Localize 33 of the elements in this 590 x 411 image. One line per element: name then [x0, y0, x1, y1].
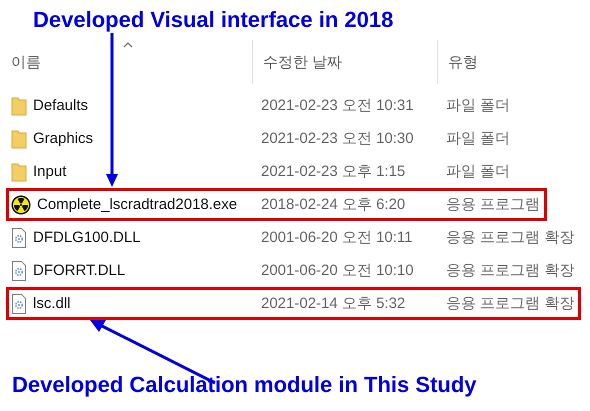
file-gear-icon [11, 294, 27, 314]
file-type: 응용 프로그램 확장 [446, 261, 574, 280]
file-type: 응용 프로그램 확장 [446, 228, 574, 247]
modified-date: 2021-02-23 오전 10:30 [261, 129, 415, 148]
modified-date: 2018-02-24 오후 6:20 [261, 195, 406, 214]
annotation-text: Developed Visual interface in 2018 [33, 7, 394, 33]
file-type: 파일 폴더 [446, 96, 510, 115]
column-header[interactable]: 유형 [448, 52, 478, 72]
file-name[interactable]: DFDLG100.DLL [33, 229, 141, 246]
modified-date: 2001-06-20 오전 10:11 [261, 228, 414, 247]
file-type: 파일 폴더 [446, 129, 510, 148]
modified-date: 2021-02-23 오후 1:15 [261, 162, 406, 181]
file-type: 응용 프로그램 확장 [446, 294, 574, 313]
modified-date: 2021-02-23 오전 10:31 [261, 96, 415, 115]
file-type: 응용 프로그램 [446, 195, 540, 214]
folder-icon [11, 96, 27, 116]
folder-icon [11, 128, 27, 148]
file-name[interactable]: DFORRT.DLL [33, 262, 126, 279]
file-name[interactable]: Input [33, 163, 66, 180]
column-header[interactable]: 이름 [11, 52, 41, 72]
radiation-icon [11, 194, 31, 214]
folder-icon [11, 162, 27, 182]
file-gear-icon [11, 228, 27, 248]
column-header[interactable]: 수정한 날짜 [263, 52, 342, 72]
file-name[interactable]: Graphics [33, 130, 94, 147]
file-name[interactable]: Defaults [33, 97, 88, 114]
annotation-text: Developed Calculation module in This Study [12, 372, 477, 397]
modified-date: 2001-06-20 오전 10:10 [261, 261, 415, 280]
modified-date: 2021-02-14 오후 5:32 [261, 294, 406, 313]
file-name[interactable]: lsc.dll [33, 295, 71, 312]
file-name[interactable]: Complete_lscradtrad2018.exe [37, 196, 238, 213]
file-gear-icon [11, 260, 27, 280]
file-type: 파일 폴더 [446, 162, 510, 181]
